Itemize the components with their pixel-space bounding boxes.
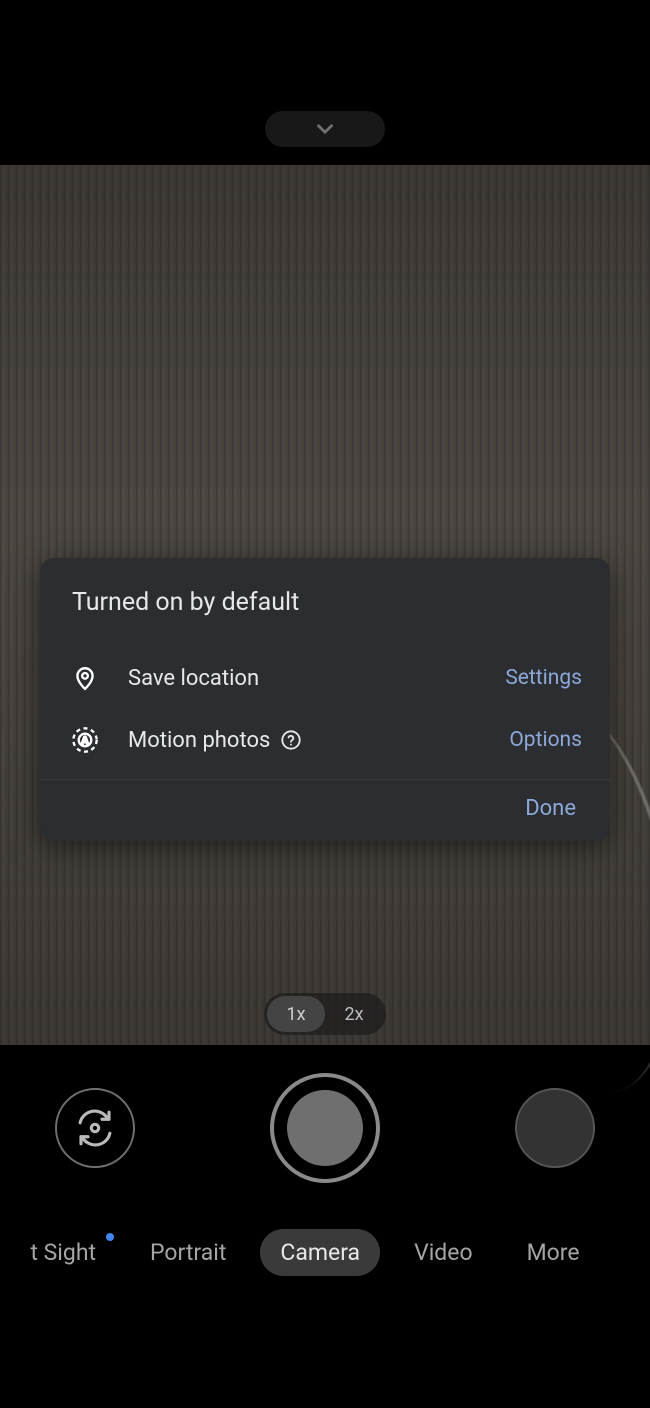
mode-selector[interactable]: t Sight Portrait Camera Video More xyxy=(0,1222,650,1282)
motion-label-text: Motion photos xyxy=(128,728,270,753)
row-label: Save location xyxy=(102,666,505,691)
svg-text:A: A xyxy=(81,736,88,747)
location-pin-icon xyxy=(68,663,102,693)
zoom-2x-button[interactable]: 2x xyxy=(325,996,383,1032)
mode-video[interactable]: Video xyxy=(394,1229,493,1276)
row-motion-photos: A Motion photos Options xyxy=(68,709,582,771)
mode-portrait[interactable]: Portrait xyxy=(130,1229,246,1276)
done-button[interactable]: Done xyxy=(525,796,576,821)
mode-label: t Sight xyxy=(30,1239,96,1266)
top-bar xyxy=(0,0,650,165)
switch-camera-button[interactable] xyxy=(55,1088,135,1168)
mode-camera[interactable]: Camera xyxy=(260,1229,380,1276)
shutter-inner xyxy=(287,1090,363,1166)
motion-photos-icon: A xyxy=(68,726,102,754)
options-link[interactable]: Options xyxy=(509,728,582,752)
dialog-title: Turned on by default xyxy=(68,588,582,617)
capture-controls xyxy=(0,1068,650,1188)
mode-more[interactable]: More xyxy=(507,1229,600,1276)
chevron-down-icon xyxy=(312,116,338,142)
row-save-location: Save location Settings xyxy=(68,647,582,709)
row-label: Motion photos xyxy=(102,728,509,753)
mode-night-sight[interactable]: t Sight xyxy=(10,1229,116,1276)
switch-camera-icon xyxy=(74,1107,116,1149)
last-photo-preview[interactable] xyxy=(515,1088,595,1168)
zoom-switch: 1x 2x xyxy=(264,993,386,1035)
shutter-button[interactable] xyxy=(270,1073,380,1183)
expand-settings-handle[interactable] xyxy=(265,111,385,147)
new-indicator-dot xyxy=(106,1233,114,1241)
help-icon[interactable] xyxy=(280,729,302,751)
defaults-dialog: Turned on by default Save location Setti… xyxy=(40,558,610,841)
settings-link[interactable]: Settings xyxy=(505,666,582,690)
zoom-1x-button[interactable]: 1x xyxy=(267,996,325,1032)
